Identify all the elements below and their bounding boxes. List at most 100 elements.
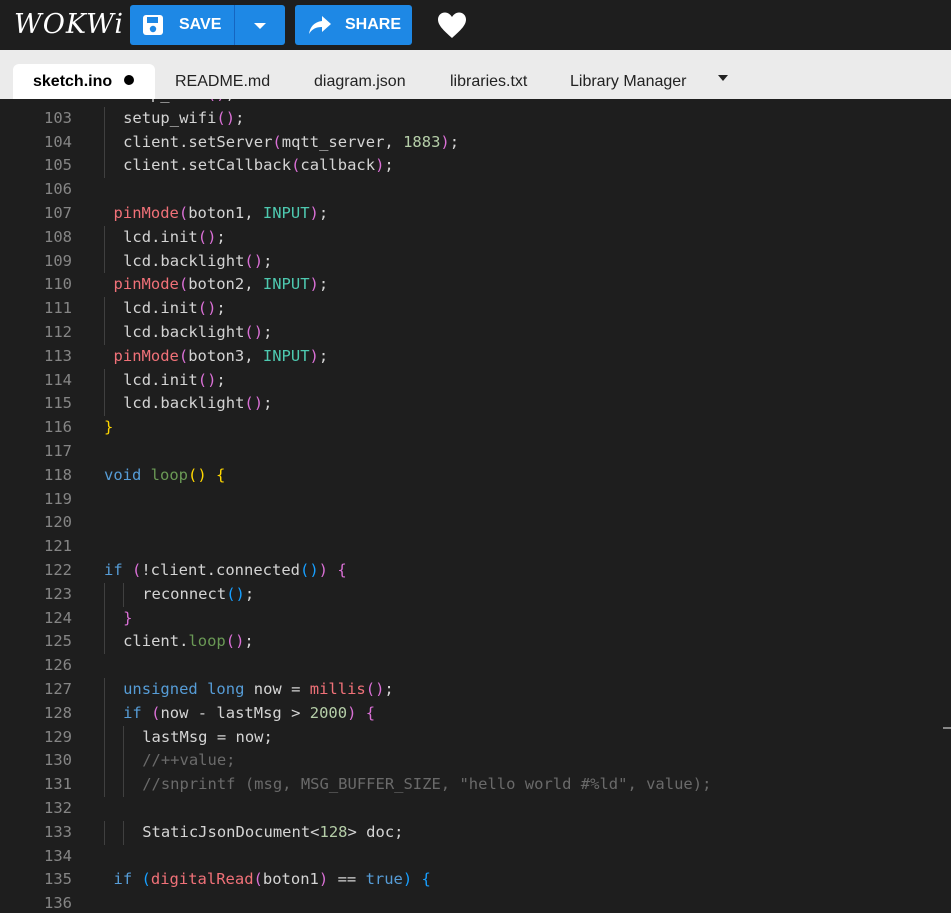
code-text: } bbox=[123, 607, 132, 631]
unsaved-dot-icon bbox=[124, 75, 135, 85]
line-number: 131 bbox=[44, 775, 72, 794]
code-token: ; bbox=[384, 156, 394, 175]
line-number: 126 bbox=[44, 656, 72, 675]
code-text: pinMode(boton3, INPUT); bbox=[114, 345, 329, 369]
tab-menu-caret-icon[interactable] bbox=[718, 75, 728, 81]
indent-guide bbox=[104, 392, 105, 417]
code-token: setup_wifi bbox=[123, 108, 217, 127]
line-number: 135 bbox=[44, 870, 72, 889]
code-token: unsigned long bbox=[123, 680, 254, 698]
code-editor[interactable]: 102setup_wifi();103setup_wifi();104clien… bbox=[0, 99, 951, 913]
code-token: () bbox=[197, 299, 217, 318]
code-token: () bbox=[226, 584, 245, 603]
indent-guide bbox=[104, 130, 105, 155]
line-number: 109 bbox=[44, 251, 72, 270]
indent-guide bbox=[123, 582, 125, 607]
line-number: 115 bbox=[44, 394, 72, 413]
line-number: 120 bbox=[44, 513, 72, 532]
code-token: if bbox=[123, 703, 152, 722]
tab-label: diagram.json bbox=[314, 73, 406, 90]
code-text: //++value; bbox=[142, 749, 235, 773]
code-token: ( bbox=[141, 870, 151, 889]
code-token: ( bbox=[132, 561, 142, 579]
code-token: == bbox=[328, 870, 366, 889]
line-number: 106 bbox=[44, 180, 72, 199]
code-text: lcd.init(); bbox=[123, 297, 226, 321]
code-text: client.setCallback(callback); bbox=[123, 154, 394, 178]
code-text: lcd.init(); bbox=[123, 369, 226, 393]
scrollbar-marker[interactable] bbox=[943, 727, 951, 729]
code-token: now - lastMsg > bbox=[160, 703, 310, 722]
indent-guide bbox=[104, 249, 105, 274]
code-token: > doc; bbox=[347, 822, 404, 841]
save-button-label: SAVE bbox=[179, 16, 222, 33]
save-options-dropdown[interactable] bbox=[235, 5, 285, 45]
line-number: 103 bbox=[44, 108, 72, 127]
line-number: 133 bbox=[44, 822, 72, 841]
code-token: ; bbox=[263, 251, 273, 270]
line-number: 105 bbox=[44, 156, 72, 175]
code-text: } bbox=[104, 416, 113, 440]
code-token: ; bbox=[318, 346, 329, 365]
code-token: lcd.backlight bbox=[123, 323, 245, 341]
indent-guide bbox=[104, 820, 105, 845]
code-text: lcd.init(); bbox=[123, 226, 226, 250]
code-token: digitalRead bbox=[150, 870, 254, 889]
code-text: reconnect(); bbox=[142, 583, 254, 607]
indent-guide bbox=[123, 773, 125, 797]
code-token: ( bbox=[272, 132, 282, 151]
code-token: } bbox=[123, 608, 133, 627]
chevron-down-icon bbox=[254, 23, 266, 29]
tab-diagram-json[interactable]: diagram.json bbox=[314, 64, 406, 99]
code-text: lcd.backlight(); bbox=[123, 250, 272, 274]
code-text: //snprintf (msg, MSG_BUFFER_SIZE, "hello… bbox=[142, 773, 711, 797]
line-number: 113 bbox=[44, 346, 72, 365]
tab-library-manager[interactable]: Library Manager bbox=[570, 64, 687, 99]
share-button[interactable]: SHARE bbox=[295, 5, 412, 45]
code-token: lcd.init bbox=[123, 370, 198, 389]
code-token: ) bbox=[309, 346, 319, 365]
code-token: () bbox=[225, 632, 245, 651]
code-token: ; bbox=[216, 227, 226, 246]
line-number: 110 bbox=[44, 275, 72, 294]
code-token: setup_ bbox=[114, 99, 170, 103]
tab-libraries-txt[interactable]: libraries.txt bbox=[450, 64, 527, 99]
tab-label: sketch.ino bbox=[33, 73, 113, 90]
indent-guide bbox=[123, 820, 125, 845]
code-token: ) { bbox=[347, 703, 376, 722]
code-text: pinMode(boton2, INPUT); bbox=[114, 273, 329, 297]
code-token: ; bbox=[449, 132, 460, 151]
share-button-label: SHARE bbox=[345, 16, 402, 33]
code-token: boton2, bbox=[188, 275, 263, 294]
code-token: client.setCallback bbox=[123, 156, 292, 175]
code-token: ) bbox=[309, 275, 319, 294]
tab-readme[interactable]: README.md bbox=[175, 64, 270, 99]
wokwi-logo[interactable]: WOKWi bbox=[14, 9, 124, 40]
line-number: 112 bbox=[44, 323, 72, 341]
line-number: 130 bbox=[44, 751, 72, 770]
line-number: 129 bbox=[44, 727, 72, 746]
tab-sketch-ino[interactable]: sketch.ino bbox=[13, 64, 155, 99]
code-token: lcd.backlight bbox=[123, 251, 245, 270]
indent-guide bbox=[104, 606, 105, 631]
line-number: 118 bbox=[44, 465, 72, 484]
code-token: ( bbox=[178, 346, 189, 365]
indent-guide bbox=[123, 749, 125, 774]
code-token: () bbox=[244, 251, 264, 270]
code-token: ) bbox=[309, 204, 319, 222]
code-token: !client.connected bbox=[141, 561, 300, 579]
code-token: if bbox=[104, 561, 132, 579]
line-number: 122 bbox=[44, 561, 72, 579]
heart-icon[interactable] bbox=[437, 11, 467, 39]
line-number: 134 bbox=[44, 846, 72, 865]
code-token: true bbox=[365, 870, 403, 889]
code-token: ) bbox=[318, 870, 329, 889]
code-token: now = bbox=[253, 680, 310, 698]
line-number: 108 bbox=[44, 227, 72, 246]
code-token: ; bbox=[263, 394, 273, 413]
code-token: client.setServer bbox=[123, 132, 273, 151]
line-number: 111 bbox=[44, 299, 72, 318]
line-number: 128 bbox=[44, 703, 72, 722]
indent-guide bbox=[104, 725, 105, 750]
save-button[interactable]: SAVE bbox=[130, 5, 285, 45]
